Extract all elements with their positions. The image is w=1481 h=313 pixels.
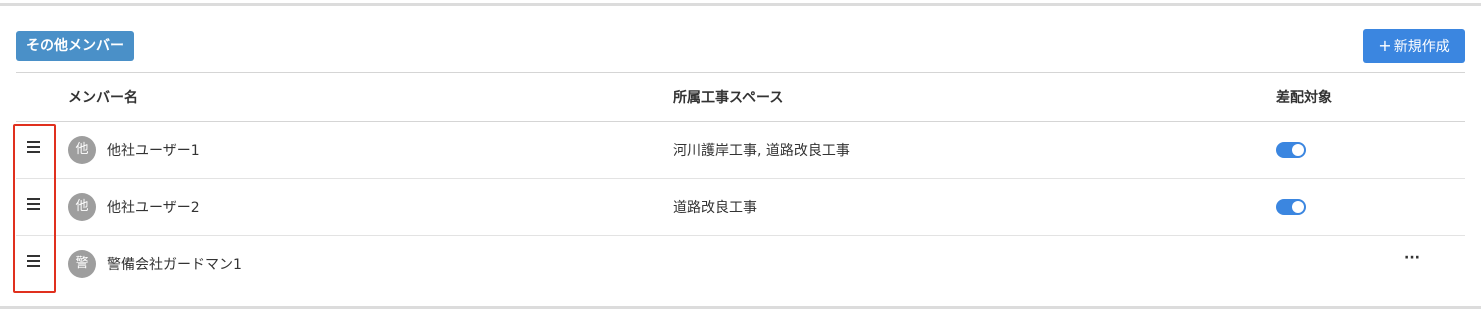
plus-icon: + (1378, 36, 1392, 55)
table-row: 他 他社ユーザー2 道路改良工事 (16, 179, 1465, 235)
avatar: 警 (68, 250, 96, 278)
column-header-assignable: 差配対象 (1276, 90, 1332, 106)
column-header-workspace: 所属工事スペース (673, 90, 784, 106)
top-divider (0, 3, 1481, 6)
table-top-divider (16, 72, 1465, 73)
member-workspace: 河川護岸工事, 道路改良工事 (673, 143, 850, 159)
drag-handle-icon[interactable] (27, 255, 41, 269)
drag-handle-icon[interactable] (27, 198, 41, 212)
member-name: 他社ユーザー2 (107, 200, 200, 216)
new-button-label: 新規作成 (1393, 39, 1450, 55)
column-header-member-name: メンバー名 (68, 90, 138, 106)
member-workspace: 道路改良工事 (673, 200, 757, 216)
toggle-knob (1292, 201, 1304, 213)
member-name: 警備会社ガードマン1 (107, 257, 242, 273)
member-name: 他社ユーザー1 (107, 143, 200, 159)
table-row: 他 他社ユーザー1 河川護岸工事, 道路改良工事 (16, 122, 1465, 178)
assignable-toggle[interactable] (1276, 142, 1306, 158)
avatar: 他 (68, 193, 96, 221)
avatar: 他 (68, 136, 96, 164)
new-member-button[interactable]: + 新規作成 (1363, 29, 1465, 63)
table-row: 警 警備会社ガードマン1 ··· (16, 236, 1465, 292)
section-title-badge: その他メンバー (16, 31, 134, 61)
more-horizontal-icon[interactable]: ··· (1402, 250, 1422, 270)
toggle-knob (1292, 144, 1304, 156)
assignable-toggle[interactable] (1276, 199, 1306, 215)
bottom-divider (0, 306, 1481, 309)
drag-handle-icon[interactable] (27, 141, 41, 155)
